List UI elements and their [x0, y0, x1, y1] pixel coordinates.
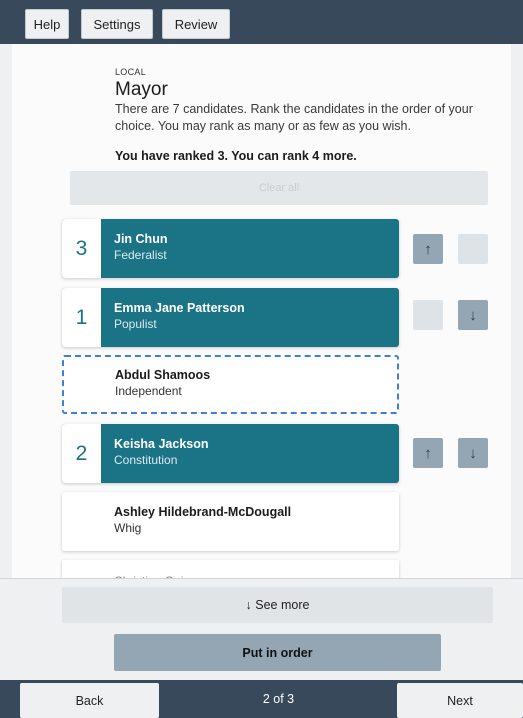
contest-instructions: There are 7 candidates. Rank the candida…	[115, 102, 473, 133]
arrow-up-icon: ↑	[424, 444, 432, 462]
clear-all-button[interactable]: Clear all	[70, 171, 488, 205]
candidate-card-ashley-hildebrand-mcdougall[interactable]: Ashley Hildebrand-McDougall Whig	[62, 492, 399, 551]
move-down-button[interactable]: ↓	[458, 438, 488, 468]
candidate-party: Whig	[114, 521, 142, 535]
arrow-down-icon: ↓	[469, 240, 477, 258]
review-button[interactable]: Review	[162, 9, 230, 39]
settings-button[interactable]: Settings	[81, 9, 153, 39]
see-more-button[interactable]: ↓ See more	[62, 587, 493, 623]
candidate-party: Federalist	[114, 248, 167, 262]
help-button[interactable]: Help	[25, 9, 69, 39]
move-down-button[interactable]: ↓	[458, 300, 488, 330]
arrow-up-icon: ↑	[424, 306, 432, 324]
move-up-button[interactable]: ↑	[413, 438, 443, 468]
candidate-name: Keisha Jackson	[114, 437, 209, 451]
move-up-button-disabled: ↑	[413, 300, 443, 330]
rank-number: 2	[62, 424, 101, 483]
back-button[interactable]: Back	[20, 683, 159, 718]
candidate-party: Constitution	[114, 453, 178, 467]
arrow-down-icon: ↓	[469, 444, 477, 462]
candidate-party: Populist	[114, 317, 157, 331]
candidate-party: Independent	[115, 384, 182, 398]
candidate-card-abdul-shamoos[interactable]: Abdul Shamoos Independent	[62, 355, 399, 414]
top-bar	[0, 0, 523, 44]
ranked-status: You have ranked 3. You can rank 4 more.	[115, 149, 357, 163]
rank-number: 3	[62, 219, 101, 278]
put-in-order-button[interactable]: Put in order	[114, 634, 441, 671]
candidate-name: Abdul Shamoos	[115, 368, 211, 382]
contest-title: Mayor	[115, 79, 168, 100]
candidate-card-jin-chun[interactable]: 3 Jin Chun Federalist	[62, 219, 399, 278]
contest-category: LOCAL	[115, 67, 147, 77]
arrow-up-icon: ↑	[424, 240, 432, 258]
rank-number: 1	[62, 288, 101, 347]
candidate-card-keisha-jackson[interactable]: 2 Keisha Jackson Constitution	[62, 424, 399, 483]
move-down-button-disabled: ↓	[458, 234, 488, 264]
candidate-card-emma-jane-patterson[interactable]: 1 Emma Jane Patterson Populist	[62, 288, 399, 347]
candidate-name: Ashley Hildebrand-McDougall	[114, 505, 292, 519]
move-up-button[interactable]: ↑	[413, 234, 443, 264]
next-button[interactable]: Next	[397, 683, 523, 718]
candidate-name: Jin Chun	[114, 232, 168, 246]
candidate-name: Emma Jane Patterson	[114, 301, 245, 315]
arrow-down-icon: ↓	[469, 306, 477, 324]
page-indicator: 2 of 3	[262, 692, 295, 706]
